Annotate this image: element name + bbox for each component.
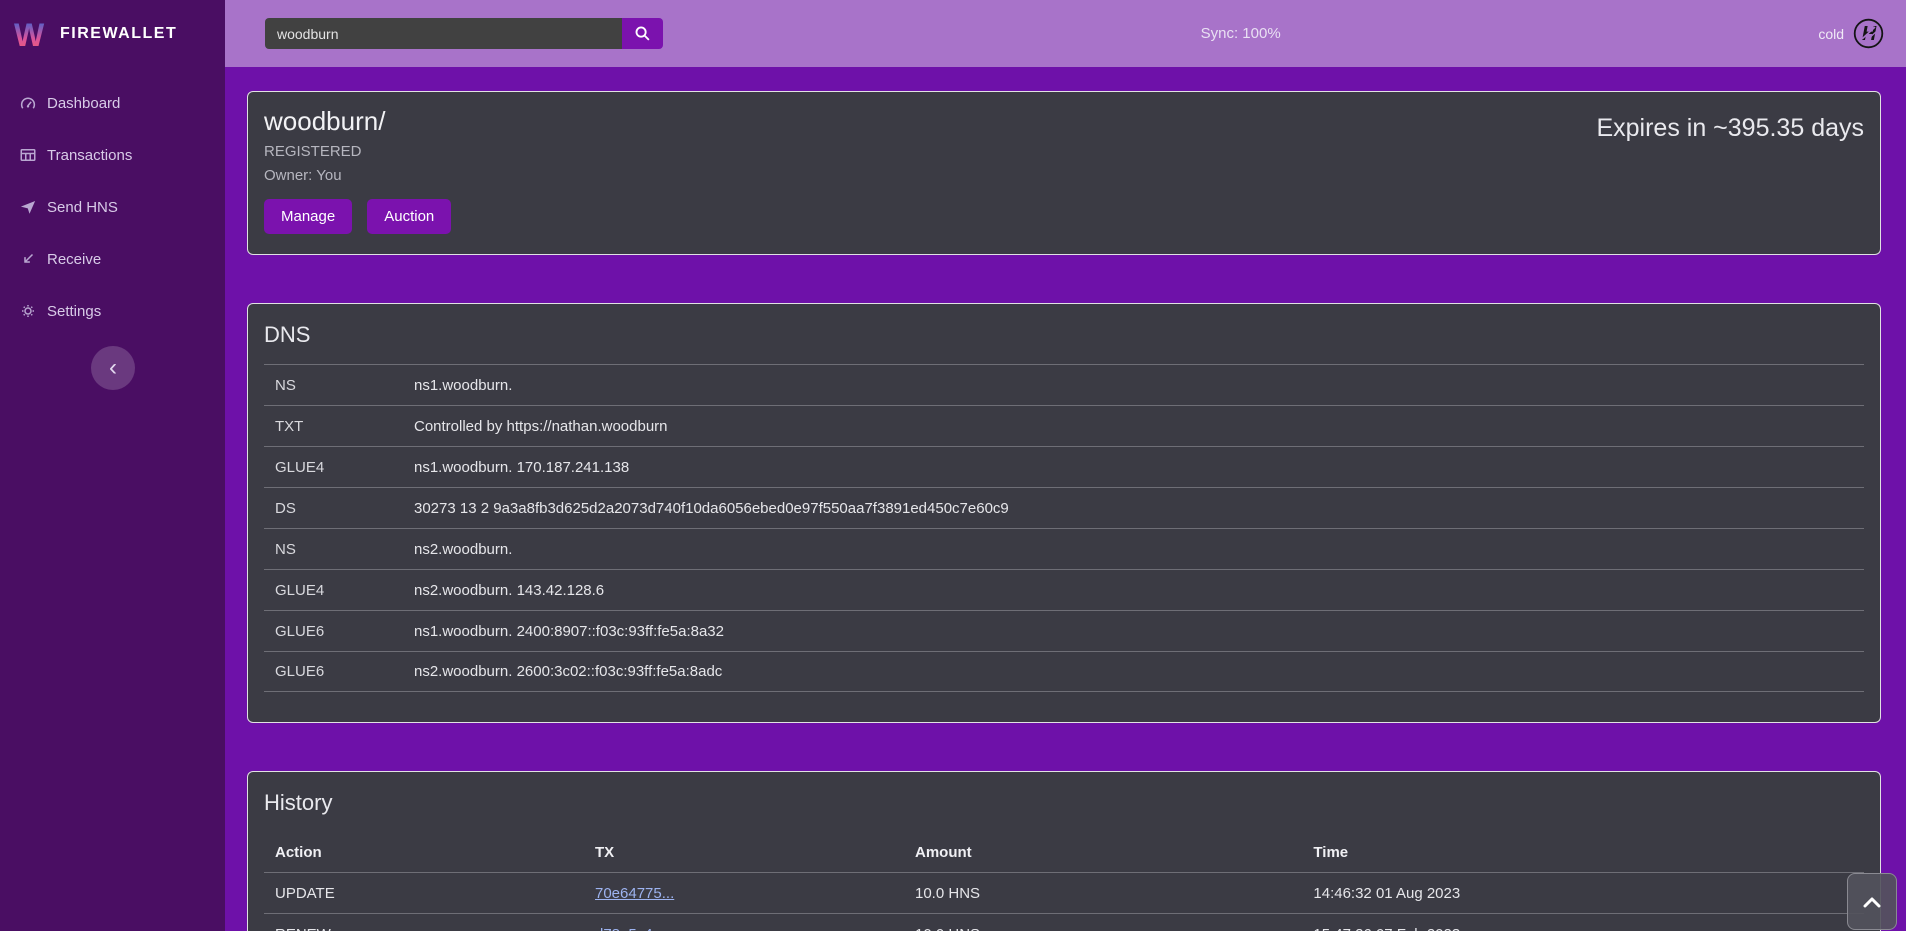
dns-record-row: NS ns2.woodburn. <box>264 528 1864 569</box>
dns-record-type: GLUE6 <box>264 663 414 680</box>
history-header-tx: TX <box>584 844 904 861</box>
sidebar-item-receive[interactable]: Receive <box>0 233 225 285</box>
topbar: Sync: 100% cold H <box>225 0 1906 67</box>
sidebar-item-label: Dashboard <box>47 95 120 112</box>
tx-link[interactable]: 70e64775... <box>595 885 674 902</box>
history-row: RENEW d78e5c4... 10.0 HNS 15:47:26 07 Fe… <box>264 913 1864 931</box>
dns-record-type: GLUE4 <box>264 459 414 476</box>
auction-button[interactable]: Auction <box>367 199 451 234</box>
manage-button[interactable]: Manage <box>264 199 352 234</box>
dashboard-gauge-icon <box>19 94 37 112</box>
sidebar-item-settings[interactable]: Settings <box>0 285 225 337</box>
receive-arrow-icon <box>19 250 37 268</box>
sync-status: Sync: 100% <box>663 25 1818 42</box>
search-input[interactable] <box>265 18 622 49</box>
history-rows: UPDATE 70e64775... 10.0 HNS 14:46:32 01 … <box>264 872 1864 931</box>
main-content: woodburn/ REGISTERED Owner: You Manage A… <box>225 67 1906 931</box>
hns-logo-icon: H <box>1853 18 1884 49</box>
wallet-name: cold <box>1818 26 1844 42</box>
firewallet-logo-icon: W <box>14 18 50 50</box>
history-header-row: Action TX Amount Time <box>264 832 1864 872</box>
history-header-action: Action <box>264 844 584 861</box>
domain-owner: Owner: You <box>264 167 451 184</box>
sidebar-item-label: Transactions <box>47 147 132 164</box>
transactions-table-icon <box>19 146 37 164</box>
dns-record-value: ns2.woodburn. 2600:3c02::f03c:93ff:fe5a:… <box>414 663 722 680</box>
sidebar-item-label: Settings <box>47 303 101 320</box>
dns-record-row: GLUE6 ns2.woodburn. 2600:3c02::f03c:93ff… <box>264 651 1864 692</box>
dns-record-row: NS ns1.woodburn. <box>264 364 1864 405</box>
dns-record-row: GLUE6 ns1.woodburn. 2400:8907::f03c:93ff… <box>264 610 1864 651</box>
svg-text:W: W <box>14 18 45 50</box>
brand: W FIREWALLET <box>0 0 225 67</box>
history-amount: 10.0 HNS <box>904 885 1302 902</box>
sidebar-item-label: Receive <box>47 251 101 268</box>
search-group <box>265 18 663 49</box>
search-icon <box>634 25 651 42</box>
history-title: History <box>248 786 1880 832</box>
sidebar-item-transactions[interactable]: Transactions <box>0 129 225 181</box>
sidebar-item-send-hns[interactable]: Send HNS <box>0 181 225 233</box>
history-time: 14:46:32 01 Aug 2023 <box>1302 885 1864 902</box>
domain-expiry: Expires in ~395.35 days <box>1596 106 1864 234</box>
dns-record-type: TXT <box>264 418 414 435</box>
history-action: UPDATE <box>264 885 584 902</box>
search-button[interactable] <box>622 18 663 49</box>
history-action: RENEW <box>264 926 584 931</box>
chevron-left-icon: ‹ <box>109 354 117 381</box>
sidebar-collapse-button[interactable]: ‹ <box>91 346 135 390</box>
tx-link[interactable]: d78e5c4... <box>595 926 665 931</box>
dns-record-value: ns1.woodburn. 170.187.241.138 <box>414 459 629 476</box>
history-time: 15:47:26 07 Feb 2023 <box>1302 926 1864 931</box>
dns-card: DNS NS ns1.woodburn. TXT Controlled by h… <box>247 303 1881 723</box>
domain-status: REGISTERED <box>264 143 451 160</box>
dns-record-type: NS <box>264 541 414 558</box>
dns-record-row: GLUE4 ns2.woodburn. 143.42.128.6 <box>264 569 1864 610</box>
scroll-to-top-button[interactable] <box>1847 873 1897 930</box>
app-title: FIREWALLET <box>60 25 177 43</box>
history-row: UPDATE 70e64775... 10.0 HNS 14:46:32 01 … <box>264 872 1864 913</box>
domain-name: woodburn/ <box>264 106 451 137</box>
history-header-time: Time <box>1302 844 1864 861</box>
sidebar-item-label: Send HNS <box>47 199 118 216</box>
dns-record-type: GLUE4 <box>264 582 414 599</box>
dns-record-value: ns1.woodburn. 2400:8907::f03c:93ff:fe5a:… <box>414 623 724 640</box>
domain-actions: Manage Auction <box>264 199 451 234</box>
dns-table: NS ns1.woodburn. TXT Controlled by https… <box>248 364 1880 692</box>
sidebar: W FIREWALLET Dashboard Transactions <box>0 0 225 931</box>
domain-card: woodburn/ REGISTERED Owner: You Manage A… <box>247 91 1881 255</box>
sidebar-nav: Dashboard Transactions Send HNS <box>0 67 225 337</box>
dns-record-row: GLUE4 ns1.woodburn. 170.187.241.138 <box>264 446 1864 487</box>
dns-record-row: DS 30273 13 2 9a3a8fb3d625d2a2073d740f10… <box>264 487 1864 528</box>
dns-record-value: ns2.woodburn. 143.42.128.6 <box>414 582 604 599</box>
dns-record-value: 30273 13 2 9a3a8fb3d625d2a2073d740f10da6… <box>414 500 1009 517</box>
wallet-indicator[interactable]: cold H <box>1818 18 1884 49</box>
sidebar-item-dashboard[interactable]: Dashboard <box>0 77 225 129</box>
dns-record-value: Controlled by https://nathan.woodburn <box>414 418 668 435</box>
history-table: Action TX Amount Time UPDATE 70e64775...… <box>264 832 1864 931</box>
dns-record-value: ns2.woodburn. <box>414 541 512 558</box>
dns-title: DNS <box>248 318 1880 364</box>
dns-record-value: ns1.woodburn. <box>414 377 512 394</box>
domain-card-left: woodburn/ REGISTERED Owner: You Manage A… <box>264 106 451 234</box>
chevron-up-icon <box>1863 896 1881 908</box>
dns-record-type: DS <box>264 500 414 517</box>
history-header-amount: Amount <box>904 844 1302 861</box>
history-card: History Action TX Amount Time UPDATE 70e… <box>247 771 1881 931</box>
dns-record-row: TXT Controlled by https://nathan.woodbur… <box>264 405 1864 446</box>
dns-record-type: NS <box>264 377 414 394</box>
send-paper-plane-icon <box>19 198 37 216</box>
dns-record-type: GLUE6 <box>264 623 414 640</box>
settings-gear-icon <box>19 302 37 320</box>
history-amount: 10.0 HNS <box>904 926 1302 931</box>
